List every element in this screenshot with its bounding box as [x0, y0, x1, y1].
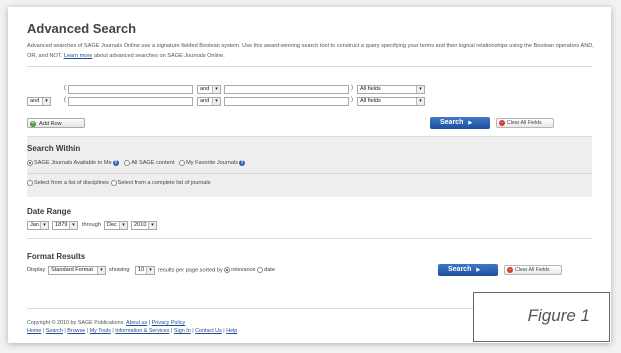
from-month-select[interactable]: Jan ▾: [27, 221, 49, 230]
chevron-down-icon: ▾: [40, 222, 48, 229]
field-value: All fields: [360, 86, 381, 92]
clear-label: Clear All Fields: [515, 267, 550, 273]
radio-selected-icon[interactable]: [27, 160, 33, 166]
chevron-down-icon: ▾: [416, 86, 424, 93]
format-results-title: Format Results: [27, 252, 86, 261]
description-tail: about advanced searches on SAGE Journals…: [93, 53, 225, 59]
footer-top: Copyright © 2010 by SAGE Publications Ab…: [27, 320, 186, 326]
page-description: Advanced searches of SAGE Journals Onlin…: [27, 41, 597, 61]
row-operator-value: and: [30, 98, 40, 104]
search-term-input[interactable]: [224, 97, 349, 106]
operator-select[interactable]: and ▾: [197, 85, 221, 94]
divider: [27, 238, 592, 239]
divider: [27, 173, 592, 174]
radio-option[interactable]: All SAGE content: [124, 160, 174, 166]
clear-all-fields-button[interactable]: − Clear All Fields: [496, 118, 554, 128]
help-icon[interactable]: ?: [112, 160, 119, 166]
radio-option[interactable]: date: [257, 267, 275, 273]
operator-select[interactable]: and ▾: [197, 97, 221, 106]
chevron-down-icon: ▾: [69, 222, 77, 229]
radio-icon[interactable]: [179, 160, 186, 166]
per-page-select[interactable]: 10 ▾: [135, 266, 155, 275]
play-arrow-icon: ▶: [476, 267, 481, 273]
footer-link-contact-us[interactable]: Contact Us: [195, 328, 222, 334]
footer-link-information-services[interactable]: Information & Services: [115, 328, 169, 334]
copyright-text: Copyright © 2010 by SAGE Publications: [27, 320, 124, 326]
through-label: through: [82, 222, 101, 228]
learn-more-link[interactable]: Learn more: [64, 53, 93, 59]
operator-value: and: [200, 98, 210, 104]
chevron-down-icon: ▾: [212, 86, 220, 93]
footer-link-about-us[interactable]: About us: [126, 320, 147, 326]
sort-options: results per page sorted by relevance dat…: [158, 267, 275, 273]
radio-icon[interactable]: [124, 160, 131, 166]
divider: [27, 66, 592, 67]
search-button[interactable]: Search ▶: [438, 264, 498, 276]
journal-select-options: Select from a list of disciplines Select…: [27, 180, 210, 186]
radio-option[interactable]: Select from a list of disciplines: [27, 180, 109, 186]
per-page-tail: results per page sorted by: [158, 267, 223, 274]
search-term-input[interactable]: [68, 85, 193, 94]
footer-nav: Home | Search | Browse | My Tools | Info…: [27, 328, 238, 334]
display-label: Display: [27, 267, 46, 273]
radio-icon[interactable]: [257, 267, 264, 273]
footer-link-sign-in[interactable]: Sign In: [174, 328, 191, 334]
add-row-label: Add Row: [39, 121, 62, 127]
chevron-down-icon: ▾: [42, 98, 50, 105]
chevron-down-icon: ▾: [119, 222, 127, 229]
showing-label: showing: [109, 267, 130, 273]
chevron-down-icon: ▾: [146, 267, 154, 274]
search-within-options: SAGE Journals Available to Me? All SAGE …: [27, 160, 249, 166]
date-range-title: Date Range: [27, 207, 72, 216]
from-year-select[interactable]: 1879 ▾: [52, 221, 78, 230]
format-select[interactable]: Standard Format ▾: [48, 266, 106, 275]
footer-link-search[interactable]: Search: [46, 328, 63, 334]
chevron-down-icon: ▾: [212, 98, 220, 105]
figure-caption: Figure 1: [527, 306, 590, 325]
row-operator-select[interactable]: and ▾: [27, 97, 51, 106]
radio-icon[interactable]: [110, 180, 117, 186]
radio-selected-icon[interactable]: [224, 267, 231, 273]
play-arrow-icon: ▶: [468, 120, 473, 126]
field-value: All fields: [360, 98, 381, 104]
chevron-down-icon: ▾: [148, 222, 156, 229]
to-year-select[interactable]: 2010 ▾: [131, 221, 157, 230]
operator-value: and: [200, 86, 210, 92]
open-paren: (: [64, 85, 66, 91]
footer-link-help[interactable]: Help: [226, 328, 237, 334]
field-select[interactable]: All fields ▾: [357, 97, 425, 106]
minus-icon: −: [499, 119, 505, 126]
help-icon[interactable]: ?: [239, 160, 246, 166]
search-within-panel: Search Within SAGE Journals Available to…: [27, 136, 592, 197]
add-row-button[interactable]: + Add Row: [27, 118, 85, 128]
radio-option[interactable]: My Favorite Journals: [179, 160, 238, 166]
figure-caption-box: Figure 1: [473, 292, 610, 342]
minus-icon: −: [507, 266, 513, 273]
chevron-down-icon: ▾: [416, 98, 424, 105]
footer-link-browse[interactable]: Browse: [67, 328, 85, 334]
radio-icon[interactable]: [27, 180, 33, 186]
search-label: Search: [448, 266, 472, 273]
search-term-input[interactable]: [224, 85, 349, 94]
close-paren: ): [351, 97, 353, 103]
close-paren: ): [351, 85, 353, 91]
field-select[interactable]: All fields ▾: [357, 85, 425, 94]
open-paren: (: [64, 97, 66, 103]
search-term-input[interactable]: [68, 97, 193, 106]
to-month-select[interactable]: Dec ▾: [104, 221, 128, 230]
search-within-title: Search Within: [27, 144, 81, 153]
footer-link-my-tools[interactable]: My Tools: [90, 328, 111, 334]
page-title: Advanced Search: [27, 21, 137, 36]
plus-icon: +: [30, 120, 36, 127]
clear-all-fields-button[interactable]: − Clear All Fields: [504, 265, 562, 275]
footer-link-privacy-policy[interactable]: Privacy Policy: [152, 320, 186, 326]
radio-option[interactable]: Select from a complete list of journals: [110, 180, 210, 186]
clear-label: Clear All Fields: [507, 120, 542, 126]
footer-link-home[interactable]: Home: [27, 328, 41, 334]
chevron-down-icon: ▾: [97, 267, 105, 274]
search-button[interactable]: Search ▶: [430, 117, 490, 129]
search-label: Search: [440, 119, 464, 126]
radio-option[interactable]: SAGE Journals Available to Me: [27, 160, 112, 166]
radio-option[interactable]: relevance: [224, 267, 256, 273]
